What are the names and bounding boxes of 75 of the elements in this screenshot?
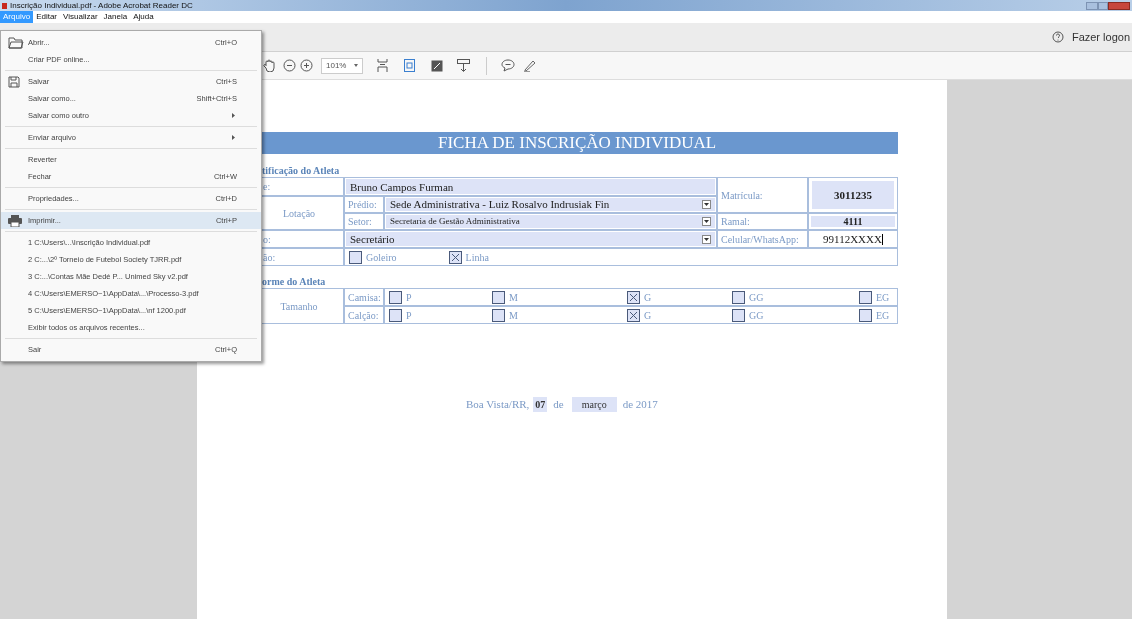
date-text: Boa Vista/RR, <box>466 397 530 412</box>
date-text: de 2017 <box>622 397 658 412</box>
date-text: de <box>553 397 564 412</box>
field-label: Setor: <box>344 213 384 230</box>
checkbox[interactable] <box>389 290 402 304</box>
zoom-field[interactable]: 101% <box>321 57 363 74</box>
close-button[interactable] <box>1108 1 1130 10</box>
cross-mark-icon <box>450 252 460 262</box>
hand-tool-icon[interactable] <box>263 59 275 72</box>
field-label: Prédio: <box>344 196 384 213</box>
cross-mark-icon <box>629 310 638 320</box>
name-field[interactable]: Bruno Campos Furman <box>346 179 715 194</box>
field-label: Celular/WhatsApp: <box>717 230 808 248</box>
checkbox[interactable] <box>349 250 362 264</box>
dropdown-arrow-icon[interactable] <box>702 200 711 209</box>
comment-icon[interactable] <box>501 59 515 72</box>
checkbox-label: M <box>509 308 518 323</box>
scroll-mode-icon[interactable] <box>457 59 470 72</box>
app-icon <box>2 2 7 9</box>
full-screen-icon[interactable] <box>431 59 443 72</box>
folder-icon <box>8 36 24 49</box>
help-icon[interactable] <box>1051 31 1064 43</box>
sector-dropdown[interactable]: Secretaria de Gestão Administrativa <box>386 215 715 228</box>
checkbox[interactable] <box>859 290 872 304</box>
checkbox-label: EG <box>876 290 890 305</box>
dropdown-arrow-icon[interactable] <box>702 217 711 226</box>
zoom-in-icon[interactable] <box>300 59 313 72</box>
save-icon <box>8 75 20 88</box>
checkbox-label: P <box>406 308 412 323</box>
checkbox[interactable] <box>732 308 745 322</box>
fit-page-icon[interactable] <box>404 59 415 72</box>
checkbox-label: GG <box>749 308 764 323</box>
dropdown-arrow-icon[interactable] <box>702 234 711 244</box>
checkbox[interactable] <box>627 308 640 322</box>
checkbox[interactable] <box>492 290 505 304</box>
building-dropdown[interactable]: Sede Administrativa - Luiz Rosalvo Indrusiak Fin <box>386 198 715 211</box>
checkbox-label: G <box>644 308 652 323</box>
field-label: Matrícula: <box>717 177 808 213</box>
registration-field[interactable]: 3011235 <box>812 181 894 209</box>
month-field[interactable]: março <box>571 396 617 412</box>
section-heading: tificação do Atleta <box>261 165 341 177</box>
sign-in-link[interactable]: Fazer logon <box>1071 28 1130 46</box>
field-label: Lotação <box>281 206 316 221</box>
checkbox[interactable] <box>389 308 402 322</box>
cross-mark-icon <box>629 292 638 302</box>
menu-item[interactable]: Editar <box>33 11 61 23</box>
checkbox-label: Linha <box>465 250 489 265</box>
checkbox-label: GG <box>749 290 764 305</box>
checkbox-label: M <box>509 290 518 305</box>
extension-field[interactable]: 4111 <box>811 216 895 227</box>
checkbox-label: Goleiro <box>366 250 397 265</box>
checkbox[interactable] <box>732 290 745 304</box>
checkbox-label: P <box>406 290 412 305</box>
field-label: Ramal: <box>717 213 808 230</box>
field-label: Calção: <box>344 306 384 324</box>
printer-icon <box>8 214 22 227</box>
checkbox[interactable] <box>859 308 872 322</box>
fit-width-icon[interactable] <box>377 59 388 72</box>
checkbox-label: EG <box>876 308 890 323</box>
caret-icon <box>354 64 358 67</box>
checkbox[interactable] <box>448 250 462 264</box>
window-title: Inscrição Individual.pdf - Adobe Acrobat Reader DC <box>10 1 193 10</box>
zoom-out-icon[interactable] <box>283 59 296 72</box>
menu-item[interactable]: Visualizar <box>60 11 101 23</box>
pen-icon[interactable] <box>523 59 536 72</box>
checkbox[interactable] <box>492 308 505 322</box>
field-label: Camisa: <box>344 288 384 306</box>
role-dropdown[interactable]: Secretário <box>346 232 715 246</box>
section-heading: orme do Atleta <box>261 276 327 288</box>
field-label: Tamanho <box>279 299 318 314</box>
menu-item[interactable]: Ajuda <box>130 11 157 23</box>
checkbox[interactable] <box>627 290 640 304</box>
checkbox-label: G <box>644 290 652 305</box>
day-field[interactable]: 07 <box>533 396 548 412</box>
menu-item[interactable]: Janela <box>100 11 131 23</box>
